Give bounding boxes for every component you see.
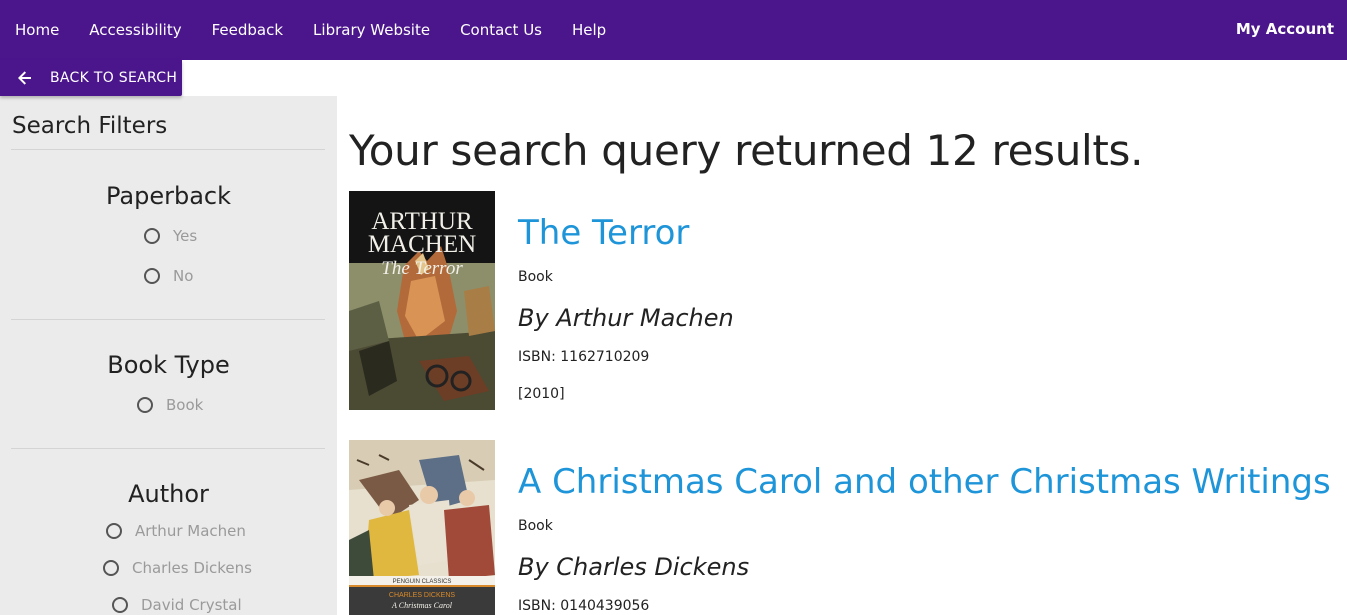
filter-option-author-charles-dickens[interactable]: Charles Dickens <box>103 559 252 577</box>
cover-text: The Terror <box>381 258 463 279</box>
arrow-left-icon <box>0 70 50 86</box>
filter-option-paperback-no[interactable]: No <box>144 267 193 285</box>
filter-option-paperback-yes[interactable]: Yes <box>144 227 197 245</box>
back-to-search-label: BACK TO SEARCH <box>50 70 178 86</box>
book-cover-image[interactable]: PENGUIN CLASSICS CHARLES DICKENS A Chris… <box>349 440 495 615</box>
nav-help-link[interactable]: Help <box>557 0 621 60</box>
nav-links: Home Accessibility Feedback Library Webs… <box>0 0 621 60</box>
filter-option-author-arthur-machen[interactable]: Arthur Machen <box>106 522 246 540</box>
result-title-link[interactable]: The Terror <box>518 213 689 253</box>
result-title-link[interactable]: A Christmas Carol and other Christmas Wr… <box>518 462 1331 502</box>
back-to-search-button[interactable]: BACK TO SEARCH <box>0 60 182 96</box>
divider <box>11 319 325 320</box>
result-isbn: ISBN: 1162710209 <box>518 349 650 365</box>
filter-heading-author: Author <box>128 480 209 508</box>
cover-text: A Christmas Carol <box>391 601 453 610</box>
cover-text: MACHEN <box>368 231 476 258</box>
nav-contact-us-link[interactable]: Contact Us <box>445 0 557 60</box>
radio-icon[interactable] <box>144 228 160 244</box>
search-filters-title: Search Filters <box>12 113 168 139</box>
top-nav: Home Accessibility Feedback Library Webs… <box>0 0 1347 60</box>
result-type: Book <box>518 269 553 285</box>
result-isbn: ISBN: 0140439056 <box>518 598 650 614</box>
result-type: Book <box>518 518 553 534</box>
my-account-link[interactable]: My Account <box>1236 0 1334 58</box>
radio-icon[interactable] <box>106 523 122 539</box>
divider <box>11 448 325 449</box>
result-year: [2010] <box>518 386 565 402</box>
nav-library-website-link[interactable]: Library Website <box>298 0 445 60</box>
nav-feedback-link[interactable]: Feedback <box>197 0 298 60</box>
nav-home-link[interactable]: Home <box>0 0 74 60</box>
filter-option-book-type-book[interactable]: Book <box>137 396 203 414</box>
radio-icon[interactable] <box>144 268 160 284</box>
results-summary-heading: Your search query returned 12 results. <box>349 126 1144 175</box>
result-author: By Arthur Machen <box>518 304 734 332</box>
filter-heading-paperback: Paperback <box>105 182 231 210</box>
divider <box>11 149 325 150</box>
cover-text: CHARLES DICKENS <box>389 592 455 599</box>
search-filters-sidebar: Search Filters Paperback Yes No Book Typ… <box>0 96 337 615</box>
nav-accessibility-link[interactable]: Accessibility <box>74 0 196 60</box>
cover-text: PENGUIN CLASSICS <box>393 579 452 585</box>
result-author: By Charles Dickens <box>518 553 750 581</box>
radio-icon[interactable] <box>112 597 128 613</box>
filter-heading-book-type: Book Type <box>107 351 230 379</box>
book-cover-image[interactable]: ARTHUR MACHEN The Terror <box>349 191 495 410</box>
radio-icon[interactable] <box>137 397 153 413</box>
radio-icon[interactable] <box>103 560 119 576</box>
filter-option-author-david-crystal[interactable]: David Crystal <box>112 596 242 614</box>
